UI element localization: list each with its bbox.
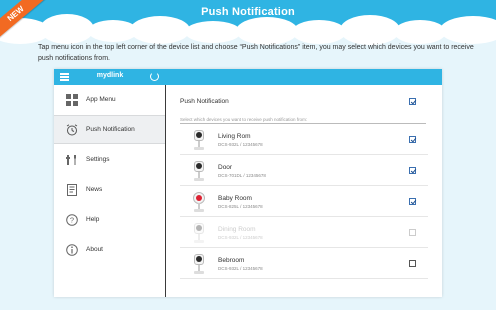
sidebar-item-settings[interactable]: Settings bbox=[54, 145, 165, 174]
camera-icon bbox=[192, 161, 206, 181]
device-checkbox bbox=[409, 229, 416, 236]
device-row[interactable]: Bebroom DCS-932L / 12345678 bbox=[180, 249, 428, 279]
device-model: DCS-825L / 12345678 bbox=[218, 204, 263, 209]
intro-text: Tap menu icon in the top left corner of … bbox=[38, 44, 474, 62]
sidebar-item-app-menu[interactable]: App Menu bbox=[54, 85, 165, 114]
camera-icon bbox=[192, 223, 206, 243]
sidebar-item-help[interactable]: ? Help bbox=[54, 205, 165, 234]
push-notification-label: Push Notification bbox=[180, 98, 229, 105]
device-row: Dining Room DCS-932L / 12345678 bbox=[180, 218, 428, 248]
header-banner: Push Notification bbox=[0, 0, 496, 45]
device-model: DCS-932L / 12345678 bbox=[218, 235, 263, 240]
device-name: Living Rom bbox=[218, 133, 251, 140]
device-checkbox[interactable] bbox=[409, 136, 416, 143]
sidebar-item-label: App Menu bbox=[86, 96, 116, 103]
device-name: Baby Room bbox=[218, 195, 252, 202]
cloud-decoration bbox=[236, 17, 298, 45]
app-topbar: mydlink bbox=[54, 69, 166, 85]
camera-icon bbox=[192, 130, 206, 150]
help-icon: ? bbox=[66, 213, 78, 226]
sidebar-item-push-notification[interactable]: Push Notification bbox=[54, 115, 165, 144]
device-name: Dining Room bbox=[218, 226, 256, 233]
sidebar-item-label: Settings bbox=[86, 156, 110, 163]
device-list-hint: Select which devices you want to receive… bbox=[180, 117, 308, 122]
cloud-decoration bbox=[130, 16, 190, 44]
push-notification-checkbox[interactable] bbox=[409, 98, 416, 105]
camera-icon bbox=[192, 254, 206, 274]
push-notification-row: Push Notification bbox=[180, 97, 428, 109]
device-checkbox[interactable] bbox=[409, 260, 416, 267]
device-screen: mydlink App Menu Push Notification Setti… bbox=[54, 69, 442, 297]
cloud-decoration bbox=[185, 21, 241, 43]
sidebar-item-label: About bbox=[86, 246, 103, 253]
sidebar-item-news[interactable]: News bbox=[54, 175, 165, 204]
device-row[interactable]: Living Rom DCS-932L / 12345678 bbox=[180, 125, 428, 155]
baby-camera-icon bbox=[192, 192, 206, 212]
page-title: Push Notification bbox=[201, 6, 295, 18]
info-icon bbox=[66, 243, 78, 256]
device-model: DCS-701DL / 12345678 bbox=[218, 173, 266, 178]
device-name: Door bbox=[218, 164, 233, 171]
cloud-decoration bbox=[394, 20, 446, 44]
svg-text:?: ? bbox=[70, 215, 74, 224]
device-model: DCS-932L / 12345678 bbox=[218, 142, 263, 147]
sidebar-item-label: Help bbox=[86, 216, 100, 223]
wrench-icon bbox=[66, 154, 78, 166]
sidebar-item-label: News bbox=[86, 186, 103, 193]
cloud-decoration bbox=[340, 15, 400, 45]
device-row[interactable]: Baby Room DCS-825L / 12345678 bbox=[180, 187, 428, 217]
device-name: Bebroom bbox=[218, 257, 245, 264]
device-checkbox[interactable] bbox=[409, 198, 416, 205]
sidebar-item-about[interactable]: About bbox=[54, 235, 165, 264]
divider bbox=[180, 123, 426, 124]
sidebar: App Menu Push Notification Settings News… bbox=[54, 85, 166, 297]
cloud-decoration bbox=[440, 16, 496, 44]
sidebar-item-label: Push Notification bbox=[86, 126, 135, 133]
grid-icon bbox=[66, 93, 78, 106]
push-settings-panel: Push Notification Select which devices y… bbox=[167, 85, 442, 297]
alarm-clock-icon bbox=[66, 123, 78, 136]
device-checkbox[interactable] bbox=[409, 167, 416, 174]
device-model: DCS-932L / 12345678 bbox=[218, 266, 263, 271]
cloud-decoration bbox=[40, 14, 94, 44]
device-row[interactable]: Door DCS-701DL / 12345678 bbox=[180, 156, 428, 186]
news-icon bbox=[66, 183, 78, 196]
refresh-icon[interactable] bbox=[150, 72, 159, 81]
cloud-decoration bbox=[292, 20, 346, 44]
content-topbar bbox=[166, 69, 442, 85]
